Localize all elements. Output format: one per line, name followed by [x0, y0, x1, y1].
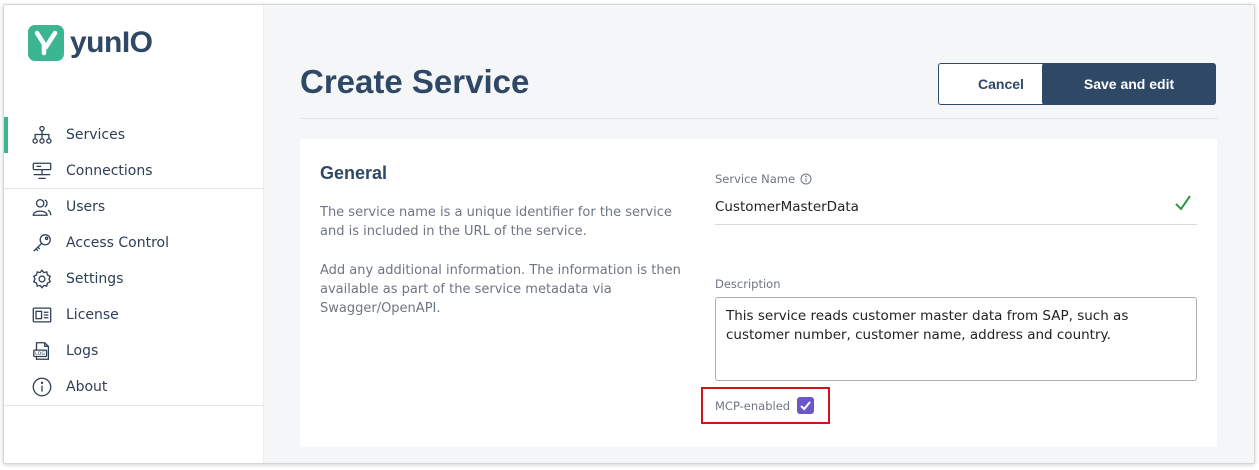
sidebar-item-label: Settings [66, 271, 124, 287]
sidebar-item-label: Access Control [66, 235, 169, 251]
info-icon [30, 375, 54, 399]
logo[interactable]: yunIO [28, 25, 153, 61]
id-card-icon [30, 303, 54, 327]
description-help-text: Add any additional information. The info… [320, 263, 681, 316]
users-icon [30, 195, 54, 219]
section-title: General [320, 163, 388, 183]
mcp-enabled-highlight: MCP-enabled [701, 387, 830, 424]
sidebar-item-license[interactable]: License [4, 297, 263, 333]
sidebar-item-logs[interactable]: LOG Logs [4, 333, 263, 369]
sidebar: yunIO Services Connections Users Access … [4, 5, 264, 463]
sidebar-item-label: Connections [66, 162, 153, 179]
valid-check-icon [1175, 195, 1191, 211]
sidebar-item-users[interactable]: Users [4, 189, 263, 225]
sidebar-item-services[interactable]: Services [4, 117, 263, 153]
gear-icon [30, 267, 54, 291]
app-window: yunIO Services Connections Users Access … [3, 4, 1255, 464]
service-name-help-text: The service name is a unique identifier … [320, 205, 672, 239]
service-name-label-text: Service Name [715, 172, 796, 186]
mcp-enabled-label: MCP-enabled [715, 398, 791, 413]
service-name-input[interactable]: CustomerMasterData [715, 193, 1197, 225]
sidebar-item-settings[interactable]: Settings [4, 261, 263, 297]
log-file-icon: LOG [30, 339, 54, 363]
sitemap-icon [30, 123, 54, 147]
info-icon[interactable] [800, 173, 812, 185]
service-name-value: CustomerMasterData [715, 199, 859, 215]
header-divider [300, 118, 1218, 119]
logo-text: yunIO [70, 26, 153, 59]
sidebar-nav: Services Connections Users Access Contro… [4, 117, 263, 406]
sidebar-divider [4, 405, 263, 406]
server-icon [30, 159, 54, 183]
sidebar-item-label: Logs [66, 343, 99, 359]
sidebar-item-label: Services [66, 127, 126, 143]
sidebar-item-label: Users [66, 199, 106, 215]
svg-text:LOG: LOG [35, 351, 45, 357]
main-content: Create Service Cancel Save and edit Gene… [264, 5, 1254, 463]
page-title: Create Service [300, 63, 530, 100]
mcp-enabled-checkbox[interactable] [797, 397, 815, 414]
general-card: General The service name is a unique ide… [300, 139, 1217, 447]
sidebar-item-connections[interactable]: Connections [4, 153, 263, 189]
sidebar-item-access-control[interactable]: Access Control [4, 225, 263, 261]
checkmark-icon [800, 401, 811, 411]
sidebar-item-label: License [66, 307, 119, 323]
description-textarea[interactable]: This service reads customer master data … [715, 297, 1197, 381]
description-label: Description [715, 277, 781, 291]
sidebar-item-about[interactable]: About [4, 369, 263, 405]
key-icon [30, 231, 54, 255]
sidebar-item-label: About [66, 379, 108, 395]
logo-mark-icon [28, 25, 64, 61]
service-name-label: Service Name [715, 172, 812, 186]
save-and-edit-button[interactable]: Save and edit [1042, 63, 1216, 105]
